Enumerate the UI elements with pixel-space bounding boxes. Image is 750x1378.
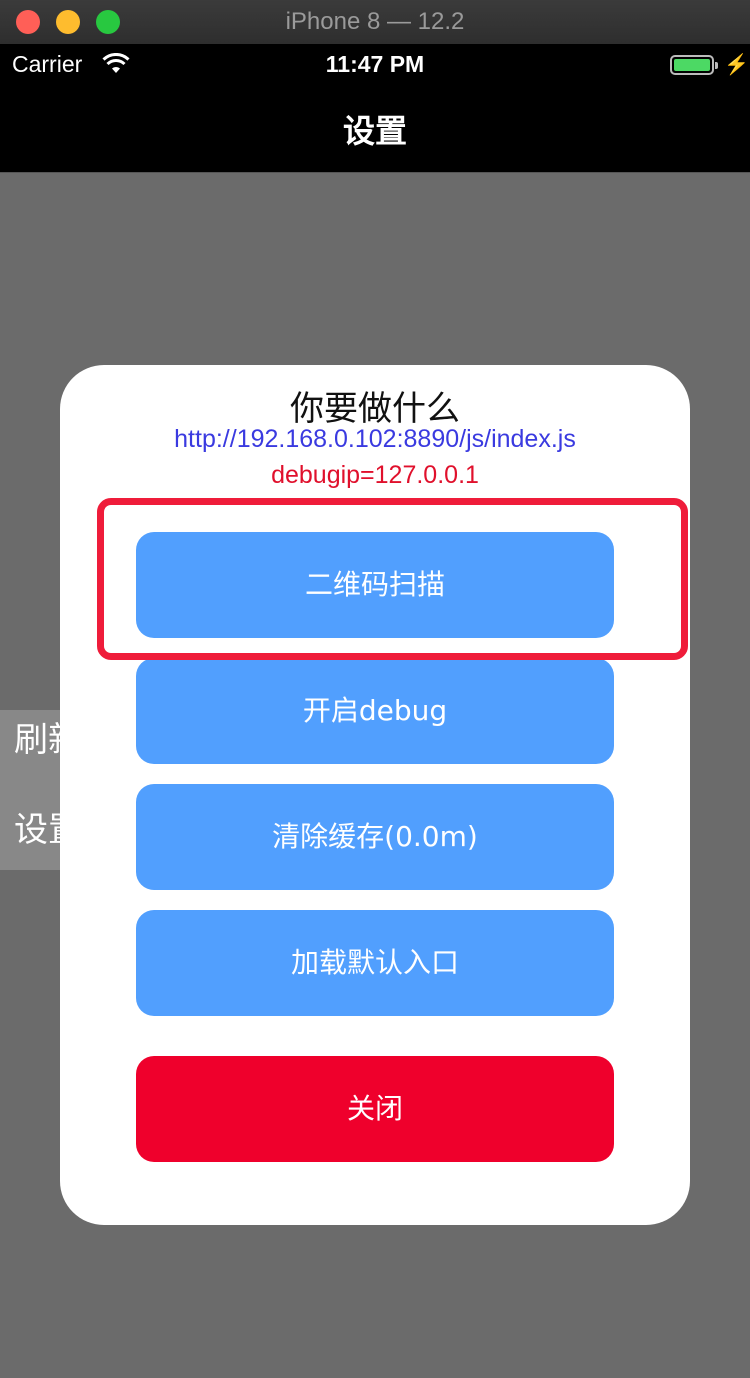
enable-debug-button[interactable]: 开启debug	[136, 658, 614, 764]
window-title: iPhone 8 — 12.2	[285, 8, 465, 35]
bundle-url: http://192.168.0.102:8890/js/index.js	[174, 425, 576, 453]
action-dialog: 你要做什么 http://192.168.0.102:8890/js/index…	[60, 365, 690, 1225]
charging-bolt-icon: ⚡	[724, 54, 749, 76]
load-default-entry-button[interactable]: 加载默认入口	[136, 910, 614, 1016]
status-time: 11:47 PM	[325, 51, 425, 77]
simulator-titlebar: iPhone 8 — 12.2	[0, 0, 750, 45]
navigation-bar: 设置	[0, 84, 750, 173]
battery-icon	[670, 55, 718, 75]
dialog-title: 你要做什么	[290, 389, 460, 429]
close-button[interactable]: 关闭	[136, 1056, 614, 1162]
highlight-box	[97, 498, 688, 660]
page-title: 设置	[342, 112, 407, 150]
clear-cache-button[interactable]: 清除缓存(0.0m)	[136, 784, 614, 890]
debug-ip: debugip=127.0.0.1	[271, 461, 479, 489]
status-bar: Carrier 11:47 PM ⚡	[0, 44, 750, 84]
